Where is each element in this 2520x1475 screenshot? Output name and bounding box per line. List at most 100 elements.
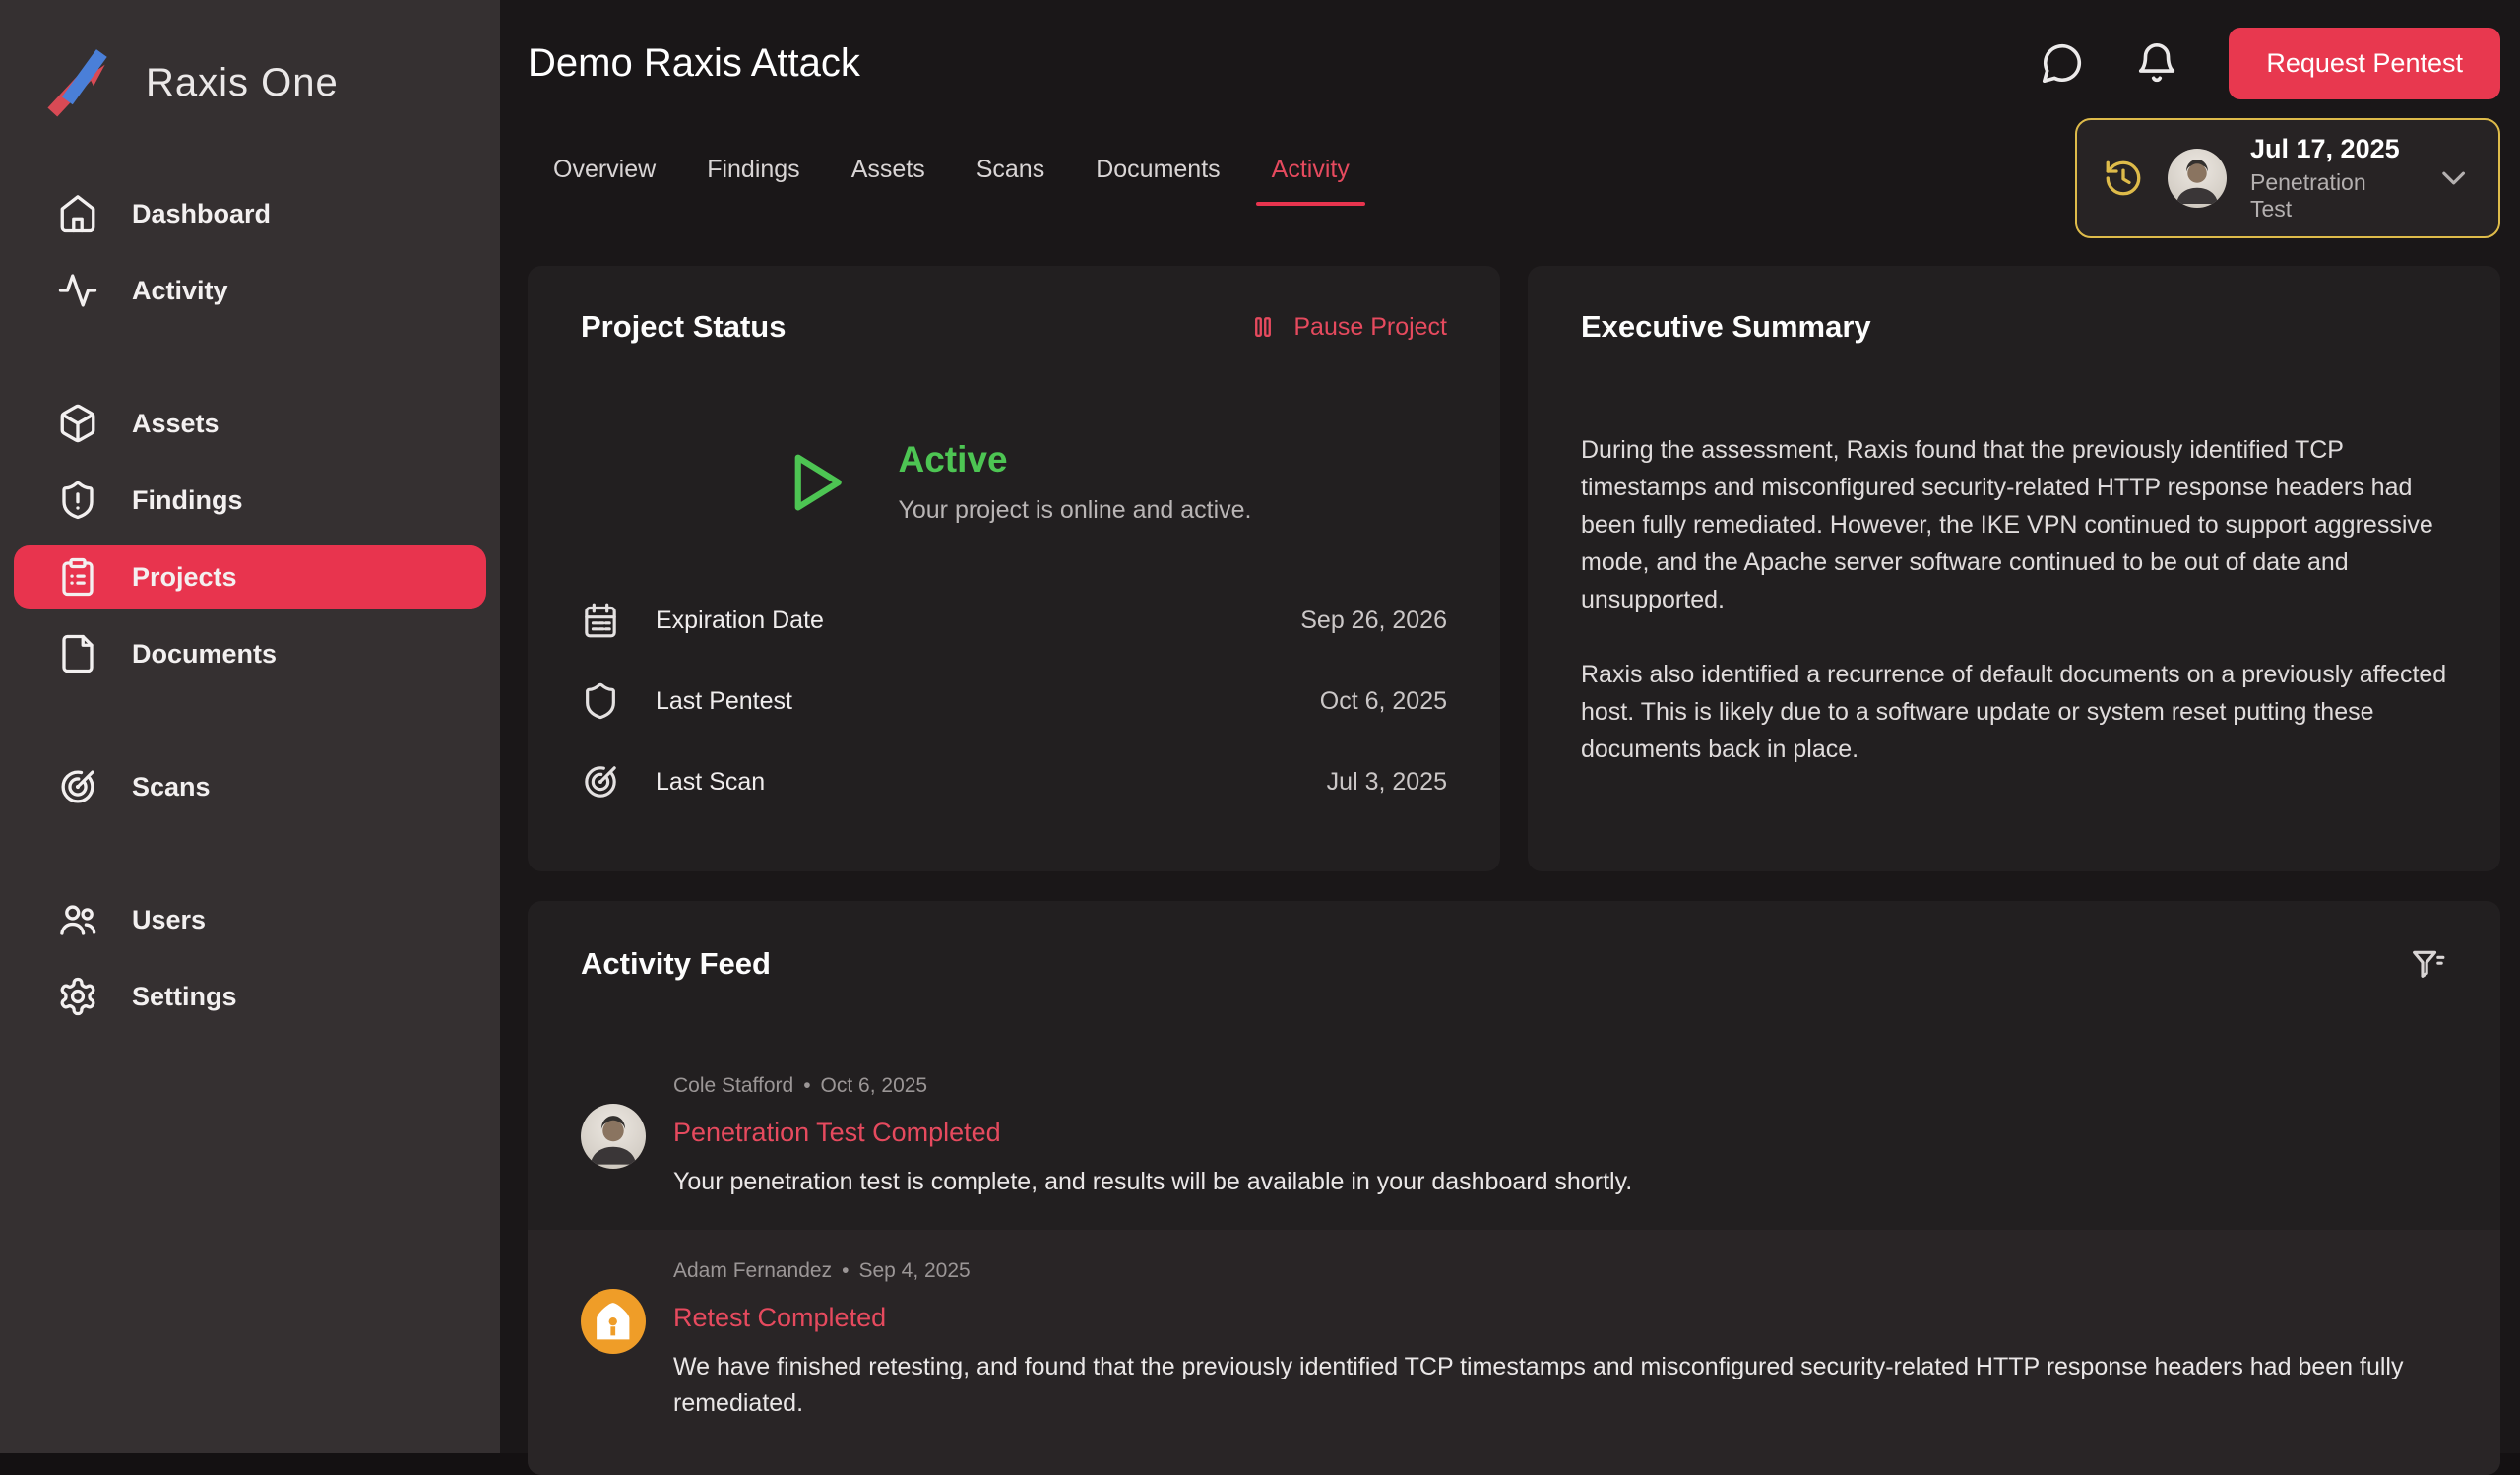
executive-summary-title: Executive Summary (1581, 309, 1871, 345)
tab-bar: Overview Findings Assets Scans Documents… (528, 142, 1375, 206)
feed-entries: Cole Stafford • Oct 6, 2025 Penetration … (528, 1045, 2500, 1475)
info-label: Last Scan (656, 768, 765, 797)
feed-filter-button[interactable] (2408, 944, 2447, 984)
info-label: Expiration Date (656, 607, 824, 635)
feed-entry-body: We have finished retesting, and found th… (673, 1349, 2447, 1422)
tab-documents[interactable]: Documents (1070, 142, 1245, 206)
meta-separator: • (842, 1259, 849, 1283)
entry-date: Oct 6, 2025 (821, 1074, 928, 1098)
target-icon (57, 766, 98, 807)
bell-icon (2134, 74, 2179, 89)
sidebar-item-label: Dashboard (132, 199, 271, 229)
info-row-last-scan: Last Scan Jul 3, 2025 (581, 741, 1447, 822)
report-selector-text: Jul 17, 2025 Penetration Test (2250, 134, 2411, 223)
cards-row: Project Status Pause Project Active Your… (528, 266, 2500, 871)
raxis-house-icon (581, 1289, 646, 1354)
sidebar-item-label: Projects (132, 562, 237, 593)
app-name: Raxis One (146, 61, 339, 105)
sidebar-item-label: Users (132, 905, 206, 935)
sidebar-item-label: Assets (132, 409, 220, 439)
project-status-title: Project Status (581, 309, 786, 345)
sidebar-item-label: Activity (132, 276, 228, 306)
tab-assets[interactable]: Assets (826, 142, 951, 206)
meta-separator: • (803, 1074, 810, 1098)
info-value: Sep 26, 2026 (1300, 607, 1447, 635)
report-date: Jul 17, 2025 (2250, 134, 2411, 164)
filter-icon (2408, 972, 2447, 987)
sidebar-item-scans[interactable]: Scans (14, 755, 486, 818)
status-label: Active (898, 439, 1251, 481)
sidebar-item-assets[interactable]: Assets (14, 392, 486, 455)
summary-paragraph: During the assessment, Raxis found that … (1581, 431, 2447, 618)
pause-project-label: Pause Project (1293, 313, 1447, 342)
feed-entry-meta: Adam Fernandez • Sep 4, 2025 (673, 1259, 2447, 1283)
summary-paragraph: Raxis also identified a recurrence of de… (1581, 656, 2447, 768)
tab-findings[interactable]: Findings (681, 142, 826, 206)
main-content: Demo Raxis Attack Request Pentest Overvi… (500, 0, 2520, 1453)
sidebar-item-settings[interactable]: Settings (14, 965, 486, 1028)
header-actions: Request Pentest (2040, 28, 2500, 99)
tab-activity[interactable]: Activity (1246, 142, 1375, 206)
home-icon (57, 193, 98, 234)
sidebar: Raxis One Dashboard Activity Assets Find… (0, 0, 500, 1453)
info-value: Jul 3, 2025 (1327, 768, 1447, 797)
tab-overview[interactable]: Overview (528, 142, 681, 206)
feed-entry-content: Adam Fernandez • Sep 4, 2025 Retest Comp… (673, 1259, 2447, 1456)
sidebar-item-users[interactable]: Users (14, 888, 486, 951)
activity-pulse-icon (57, 270, 98, 311)
feed-entry-title: Penetration Test Completed (673, 1118, 2447, 1148)
entry-author: Cole Stafford (673, 1074, 793, 1098)
file-icon (57, 633, 98, 674)
feed-entry: Adam Fernandez • Sep 4, 2025 Retest Comp… (528, 1230, 2500, 1475)
activity-feed-card: Activity Feed Cole Stafford • Oct 6, 202… (528, 901, 2500, 1475)
executive-summary-body: During the assessment, Raxis found that … (1581, 431, 2447, 768)
sidebar-item-label: Settings (132, 982, 237, 1012)
sidebar-item-label: Findings (132, 485, 242, 516)
tab-scans[interactable]: Scans (951, 142, 1070, 206)
sidebar-item-dashboard[interactable]: Dashboard (14, 182, 486, 245)
pause-project-button[interactable]: Pause Project (1248, 312, 1447, 342)
status-block: Active Your project is online and active… (581, 439, 1447, 525)
page-header: Demo Raxis Attack Request Pentest (528, 28, 2500, 98)
entry-author: Adam Fernandez (673, 1259, 832, 1283)
chevron-down-icon (2434, 159, 2473, 198)
play-icon (776, 442, 852, 523)
sidebar-item-label: Documents (132, 639, 277, 670)
entry-date: Sep 4, 2025 (858, 1259, 970, 1283)
sidebar-item-activity[interactable]: Activity (14, 259, 486, 322)
report-selector[interactable]: Jul 17, 2025 Penetration Test (2075, 118, 2500, 238)
avatar (2168, 149, 2227, 208)
sidebar-item-findings[interactable]: Findings (14, 469, 486, 532)
feed-entry-content: Cole Stafford • Oct 6, 2025 Penetration … (673, 1074, 2447, 1200)
chat-button[interactable] (2040, 40, 2085, 86)
status-text: Active Your project is online and active… (898, 439, 1251, 525)
report-type: Penetration Test (2250, 169, 2411, 223)
chat-icon (2040, 74, 2085, 89)
request-pentest-button[interactable]: Request Pentest (2229, 28, 2500, 99)
history-icon (2103, 158, 2144, 199)
pause-icon (1248, 312, 1278, 342)
sidebar-item-label: Scans (132, 772, 211, 802)
sidebar-item-documents[interactable]: Documents (14, 622, 486, 685)
project-status-card: Project Status Pause Project Active Your… (528, 266, 1500, 871)
project-info-rows: Expiration Date Sep 26, 2026 Last Pentes… (581, 580, 1447, 822)
activity-feed-header: Activity Feed (528, 944, 2500, 984)
target-icon (581, 762, 620, 802)
cube-icon (57, 403, 98, 444)
page-title: Demo Raxis Attack (528, 41, 860, 86)
info-label: Last Pentest (656, 687, 792, 716)
executive-summary-header: Executive Summary (1581, 309, 2447, 345)
feed-entry-meta: Cole Stafford • Oct 6, 2025 (673, 1074, 2447, 1098)
activity-feed-title: Activity Feed (581, 946, 771, 982)
project-status-header: Project Status Pause Project (581, 309, 1447, 345)
sidebar-item-projects[interactable]: Projects (14, 545, 486, 609)
info-row-expiration: Expiration Date Sep 26, 2026 (581, 580, 1447, 661)
brand: Raxis One (0, 33, 500, 132)
notifications-button[interactable] (2134, 40, 2179, 86)
tabs-and-selector-row: Overview Findings Assets Scans Documents… (528, 118, 2500, 238)
feed-entry-body: Your penetration test is complete, and r… (673, 1164, 2447, 1200)
shield-icon (581, 681, 620, 721)
info-row-last-pentest: Last Pentest Oct 6, 2025 (581, 661, 1447, 741)
users-icon (57, 899, 98, 940)
calendar-icon (581, 601, 620, 640)
